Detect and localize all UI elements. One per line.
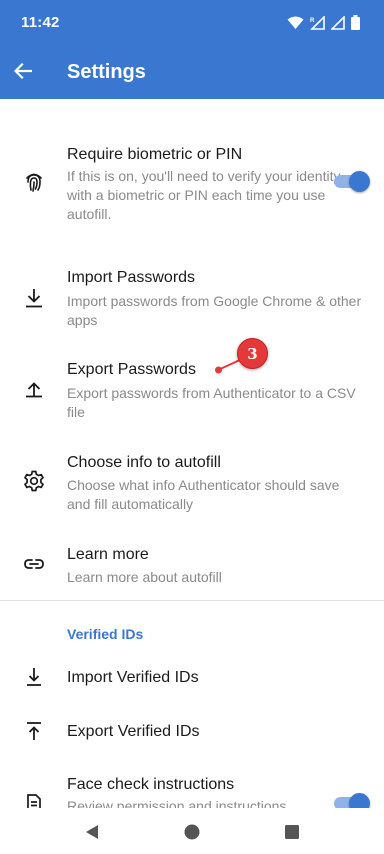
back-arrow-icon xyxy=(14,63,32,79)
export-passwords-title: Export Passwords xyxy=(67,361,196,378)
import-icon xyxy=(27,668,41,686)
download-icon xyxy=(26,289,42,308)
learn-more-subtitle: Learn more about autofill xyxy=(67,569,222,585)
battery-icon xyxy=(351,15,360,30)
annotation-marker: 3 xyxy=(237,338,268,369)
gear-icon xyxy=(24,470,44,492)
face-check-title: Face check instructions xyxy=(67,776,235,793)
import-verified-ids-title: Import Verified IDs xyxy=(67,669,199,686)
system-navigation-bar xyxy=(0,808,384,854)
app-bar: Settings xyxy=(0,46,384,99)
toggle-thumb xyxy=(349,793,370,808)
fingerprint-icon xyxy=(26,173,42,192)
export-verified-ids-title: Export Verified IDs xyxy=(67,723,200,740)
choose-info-row[interactable]: Choose info to autofill Choose what info… xyxy=(0,446,384,522)
section-divider xyxy=(0,600,384,601)
link-icon xyxy=(24,559,44,569)
document-icon xyxy=(27,794,41,808)
import-passwords-title: Import Passwords xyxy=(67,269,196,286)
learn-more-row[interactable]: Learn more Learn more about autofill xyxy=(0,538,384,590)
require-biometric-toggle[interactable] xyxy=(334,171,370,192)
status-bar: 11:42 R xyxy=(0,0,384,46)
status-icons: R xyxy=(287,15,360,30)
signal-icon: R xyxy=(310,15,325,30)
nav-home-icon[interactable] xyxy=(184,824,200,840)
require-biometric-title: Require biometric or PIN xyxy=(67,146,243,163)
import-passwords-subtitle: Import passwords from Google Chrome & ot… xyxy=(67,293,362,328)
face-check-toggle[interactable] xyxy=(334,793,370,808)
signal-icon-2 xyxy=(331,15,345,30)
verified-ids-section-title: Verified IDs xyxy=(67,626,144,642)
export-verified-ids-row[interactable]: Export Verified IDs xyxy=(0,710,384,754)
export-passwords-row[interactable]: Export Passwords Export passwords from A… xyxy=(0,354,384,424)
import-passwords-row[interactable]: Import Passwords Import passwords from G… xyxy=(0,262,384,332)
require-biometric-subtitle: If this is on, you'll need to verify you… xyxy=(67,168,341,222)
nav-recents-icon[interactable] xyxy=(285,825,299,839)
export-passwords-subtitle: Export passwords from Authenticator to a… xyxy=(67,385,356,420)
upload-icon xyxy=(26,382,42,398)
status-time: 11:42 xyxy=(21,14,60,31)
wifi-icon xyxy=(287,16,304,29)
export-icon xyxy=(27,722,41,740)
face-check-row[interactable]: Face check instructions Review permissio… xyxy=(0,764,384,808)
toggle-thumb xyxy=(349,171,370,192)
page-title: Settings xyxy=(67,61,146,83)
choose-info-subtitle: Choose what info Authenticator should sa… xyxy=(67,477,340,512)
learn-more-title: Learn more xyxy=(67,546,149,563)
choose-info-title: Choose info to autofill xyxy=(67,454,221,471)
import-verified-ids-row[interactable]: Import Verified IDs xyxy=(0,656,384,700)
back-button[interactable] xyxy=(8,56,38,86)
svg-text:R: R xyxy=(310,18,315,24)
nav-back-icon[interactable] xyxy=(85,824,99,840)
require-biometric-row[interactable]: Require biometric or PIN If this is on, … xyxy=(0,140,384,230)
face-check-subtitle: Review permission and instructions xyxy=(67,798,287,808)
